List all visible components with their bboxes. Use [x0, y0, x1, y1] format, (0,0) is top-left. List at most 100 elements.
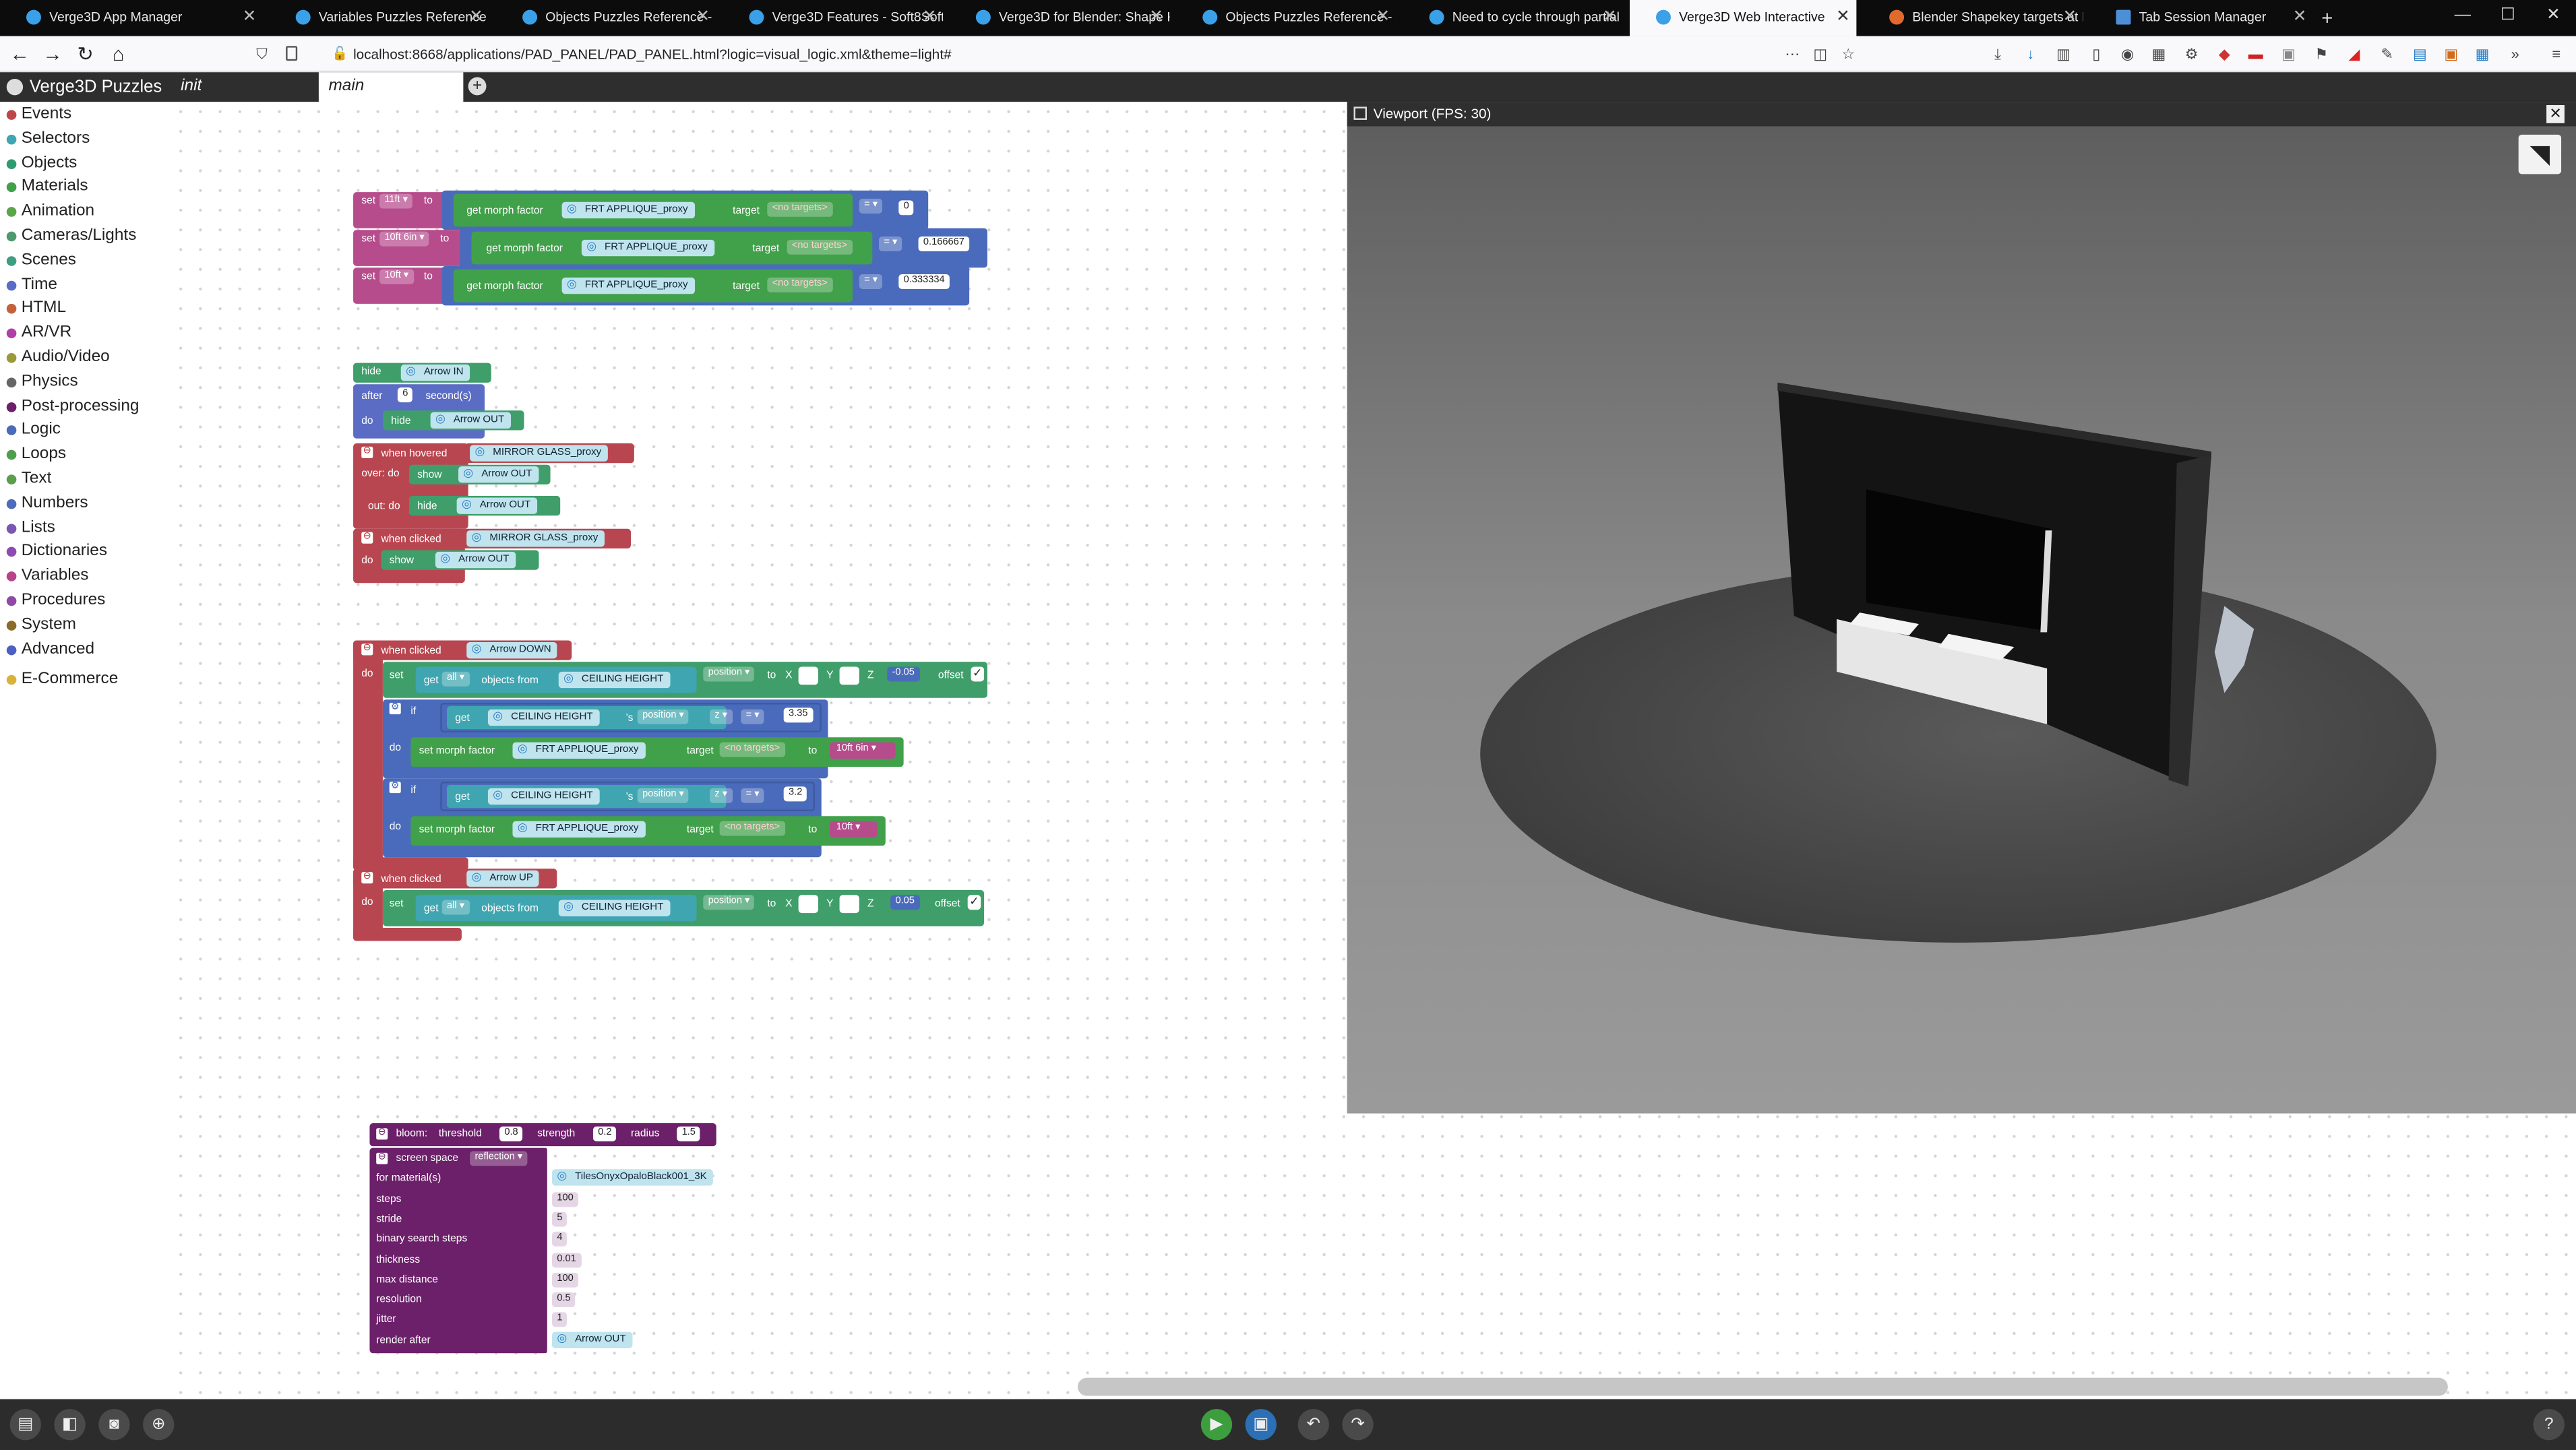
variable-dropdown[interactable]: 10ft 6in ▾ — [831, 742, 882, 757]
category-selectors[interactable]: Selectors — [6, 129, 90, 149]
save-button[interactable]: ▣ — [1245, 1409, 1277, 1441]
object-selector[interactable]: CEILING HEIGHT — [558, 671, 671, 689]
target-dropdown[interactable]: <no targets> — [767, 201, 833, 217]
collapse-icon[interactable]: ⊖ — [361, 446, 373, 458]
x-field[interactable] — [798, 666, 818, 685]
category-lists[interactable]: Lists — [6, 518, 55, 538]
add-workspace-button[interactable]: + — [468, 77, 487, 96]
category-text[interactable]: Text — [6, 470, 51, 489]
pause-icon[interactable] — [1353, 106, 1367, 120]
extension-icon[interactable]: ◆ — [2216, 46, 2232, 62]
number-field[interactable]: 3.35 — [783, 707, 813, 723]
extension-icon[interactable]: ▣ — [2280, 46, 2296, 62]
category-post-processing[interactable]: Post-processing — [6, 397, 139, 416]
category-html[interactable]: HTML — [6, 300, 66, 319]
viewport-header[interactable]: Viewport (FPS: 30) ✕ — [1347, 102, 2576, 127]
material-selector[interactable]: TilesOnyxOpaloBlack001_3K — [552, 1169, 714, 1186]
3d-scene[interactable] — [1347, 126, 2576, 1114]
object-selector[interactable]: Arrow OUT — [435, 551, 516, 569]
operator-dropdown[interactable]: = ▾ — [741, 709, 764, 724]
bookmark-star-icon[interactable]: ☆ — [1840, 46, 1856, 62]
extension-icon[interactable]: ▣ — [2443, 46, 2459, 62]
category-audio-video[interactable]: Audio/Video — [6, 348, 110, 368]
close-window-button[interactable]: ✕ — [2546, 0, 2560, 33]
collapse-icon[interactable]: ⊖ — [361, 532, 373, 544]
overflow-chevron-icon[interactable]: » — [2507, 46, 2523, 62]
minimize-window-button[interactable]: — — [2455, 0, 2471, 33]
object-selector[interactable]: Arrow UP — [466, 870, 540, 887]
threshold-field[interactable]: 0.8 — [499, 1126, 523, 1141]
browser-tab[interactable]: Verge3D for Blender: Shape Ke ✕ — [950, 0, 1170, 36]
category-objects[interactable]: Objects — [6, 154, 77, 173]
object-selector[interactable]: Arrow IN — [400, 365, 470, 381]
object-selector[interactable]: MIRROR GLASS_proxy — [466, 530, 605, 547]
extension-icon[interactable]: ▬ — [2248, 46, 2264, 62]
more-actions-icon[interactable]: ⋯ — [1784, 46, 1800, 62]
axis-dropdown[interactable]: z ▾ — [710, 709, 733, 724]
collapse-icon[interactable]: ⊖ — [361, 643, 373, 656]
category-materials[interactable]: Materials — [6, 178, 88, 197]
close-tab-icon[interactable]: ✕ — [2293, 0, 2306, 36]
category-events[interactable]: Events — [6, 105, 71, 125]
category-loops[interactable]: Loops — [6, 445, 66, 465]
maximize-window-button[interactable]: ☐ — [2501, 0, 2515, 33]
z-number-field[interactable]: 0.05 — [890, 895, 920, 910]
home-icon[interactable]: ⌂ — [105, 41, 131, 67]
browser-tab[interactable]: Need to cycle through partial s ✕ — [1403, 0, 1623, 36]
help-icon[interactable]: ? — [2533, 1409, 2565, 1441]
strength-field[interactable]: 0.2 — [592, 1126, 617, 1141]
close-tab-icon[interactable]: ✕ — [696, 0, 710, 36]
target-dropdown[interactable]: <no targets> — [787, 239, 853, 255]
axis-dropdown[interactable]: z ▾ — [710, 788, 733, 803]
number-field[interactable]: 0.333334 — [898, 274, 950, 289]
jitter-field[interactable]: 1 — [552, 1312, 568, 1327]
shield-icon[interactable]: ⛉ — [256, 46, 267, 64]
category-procedures[interactable]: Procedures — [6, 591, 105, 610]
sidebar-icon[interactable]: ▯ — [2088, 46, 2104, 62]
close-tab-icon[interactable]: ✕ — [1836, 0, 1849, 36]
extension-icon[interactable]: ▦ — [2151, 46, 2167, 62]
close-tab-icon[interactable]: ✕ — [1603, 0, 1616, 36]
tab-main[interactable]: main — [318, 72, 464, 102]
extension-icon[interactable]: ⚑ — [2313, 46, 2329, 62]
ss-mode-dropdown[interactable]: reflection ▾ — [470, 1151, 528, 1166]
category-advanced[interactable]: Advanced — [6, 640, 94, 660]
category-animation[interactable]: Animation — [6, 202, 94, 222]
close-tab-icon[interactable]: ✕ — [2063, 0, 2077, 36]
hamburger-menu-icon[interactable]: ≡ — [2548, 46, 2565, 62]
browser-tab[interactable]: Objects Puzzles Reference - So ✕ — [496, 0, 716, 36]
eyedropper-icon[interactable]: ✎ — [2379, 46, 2395, 62]
y-field[interactable] — [839, 666, 859, 685]
viewport-panel[interactable]: Viewport (FPS: 30) ✕ — [1347, 102, 2576, 1114]
collapse-icon[interactable]: ⊖ — [376, 1152, 388, 1164]
z-number-field[interactable]: -0.05 — [887, 666, 920, 682]
browser-tab[interactable]: Objects Puzzles Reference - So ✕ — [1176, 0, 1397, 36]
extension-icon[interactable]: ◢ — [2346, 46, 2362, 62]
category-numbers[interactable]: Numbers — [6, 494, 88, 513]
object-selector[interactable]: Arrow OUT — [552, 1331, 633, 1348]
close-tab-icon[interactable]: ✕ — [923, 0, 936, 36]
category-variables[interactable]: Variables — [6, 567, 89, 586]
collapse-icon[interactable]: ⊖ — [361, 872, 373, 884]
library-icon[interactable]: ▥ — [2055, 46, 2071, 62]
object-selector[interactable]: CEILING HEIGHT — [487, 788, 600, 805]
number-field[interactable]: 3.2 — [783, 786, 807, 802]
all-dropdown[interactable]: all ▾ — [441, 900, 470, 915]
target-dropdown[interactable]: <no targets> — [719, 821, 785, 836]
horizontal-scrollbar[interactable] — [1078, 1377, 2448, 1396]
library-icon[interactable]: ◧ — [54, 1409, 86, 1441]
close-tab-icon[interactable]: ✕ — [469, 0, 483, 36]
account-icon[interactable]: ◉ — [2119, 46, 2135, 62]
tab-init[interactable]: init — [171, 72, 319, 102]
variable-dropdown[interactable]: 11ft ▾ — [379, 193, 413, 209]
target-dropdown[interactable]: <no targets> — [719, 742, 785, 757]
category-logic[interactable]: Logic — [6, 421, 61, 441]
extension-icon[interactable]: ⚙ — [2183, 46, 2199, 62]
object-selector[interactable]: CEILING HEIGHT — [558, 900, 671, 916]
run-play-button[interactable]: ▶ — [1200, 1409, 1233, 1441]
close-viewport-button[interactable]: ✕ — [2546, 104, 2565, 123]
operator-dropdown[interactable]: = ▾ — [879, 236, 902, 251]
collapse-icon[interactable]: ⊖ — [376, 1128, 388, 1140]
object-selector[interactable]: FRT APPLIQUE_proxy — [561, 201, 695, 219]
operator-dropdown[interactable]: = ▾ — [741, 788, 764, 803]
